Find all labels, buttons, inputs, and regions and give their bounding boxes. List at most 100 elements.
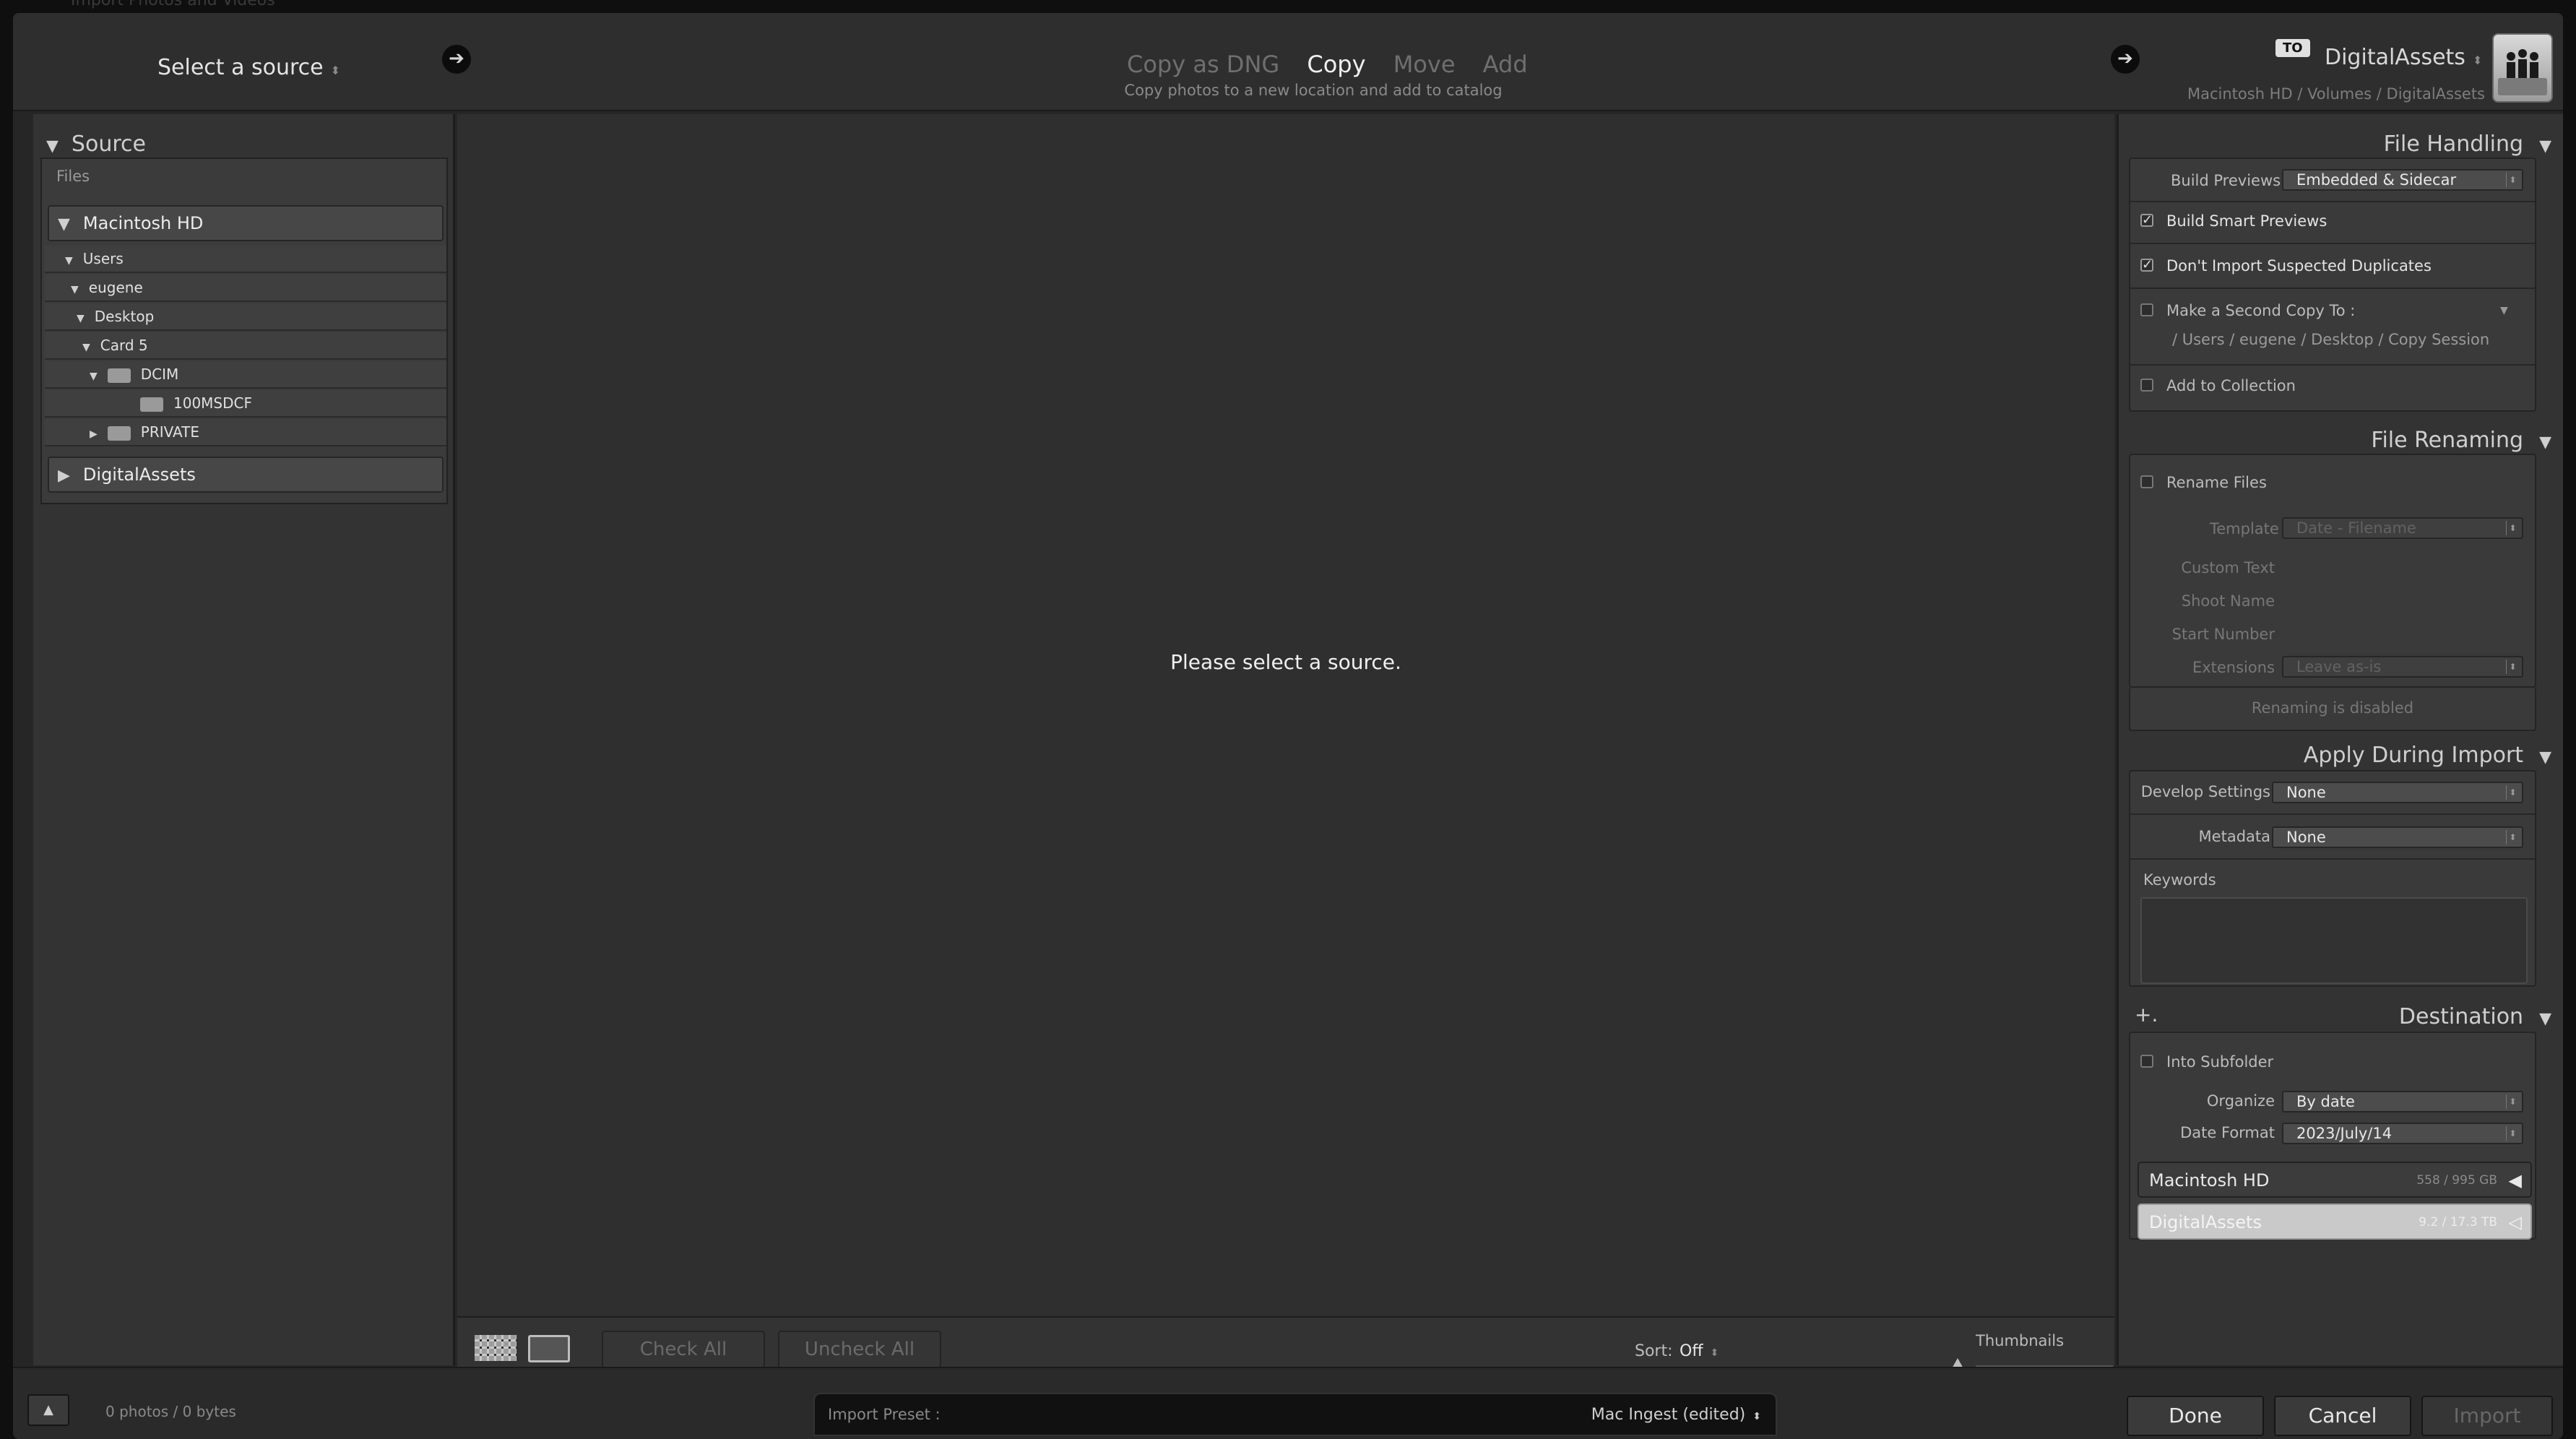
destination-drive-digitalassets[interactable]: DigitalAssets 9.2 / 17.3 TB ◁ — [2138, 1204, 2532, 1240]
mode-copy-as-dng[interactable]: Copy as DNG — [1127, 51, 1279, 78]
tree-item-card-5[interactable]: ▼ Card 5 — [45, 332, 446, 360]
tree-item-private[interactable]: ▶ PRIVATE — [45, 419, 446, 446]
expand-triangle-icon: ▶ — [58, 467, 70, 485]
expand-triangle-icon: ▼ — [90, 371, 98, 382]
chevron-down-icon[interactable]: ▼ — [2500, 305, 2508, 316]
mode-copy[interactable]: Copy — [1307, 51, 1365, 78]
destination-arrow-icon[interactable]: ➔ — [2111, 45, 2140, 74]
volume-digitalassets[interactable]: ▶ DigitalAssets — [48, 457, 444, 493]
tree-item-users[interactable]: ▼ Users — [45, 246, 446, 273]
people-drive-icon — [2498, 49, 2547, 95]
renaming-disabled-note: Renaming is disabled — [2251, 699, 2414, 717]
date-format-dropdown[interactable]: 2023/July/14 ⬍ — [2282, 1123, 2523, 1144]
keywords-label: Keywords — [2143, 871, 2216, 889]
source-arrow-icon[interactable]: ➔ — [442, 45, 471, 74]
into-subfolder-label: Into Subfolder — [2166, 1053, 2274, 1071]
sort-label: Sort: — [1635, 1342, 1673, 1360]
show-more-button[interactable]: ▲ — [27, 1394, 69, 1426]
organize-label: Organize — [2206, 1092, 2275, 1110]
select-source-dropdown[interactable]: Select a source ⬍ — [157, 55, 340, 80]
dropdown-value: Date - Filename — [2296, 519, 2416, 537]
done-button[interactable]: Done — [2127, 1396, 2264, 1436]
volume-name: Macintosh HD — [82, 213, 204, 233]
into-subfolder-checkbox[interactable] — [2140, 1055, 2153, 1068]
tree-item-desktop[interactable]: ▼ Desktop — [45, 303, 446, 331]
second-copy-path: / Users / eugene / Desktop / Copy Sessio… — [2172, 331, 2490, 348]
mode-add[interactable]: Add — [1483, 51, 1528, 78]
volume-macintosh-hd[interactable]: ▼ Macintosh HD — [48, 205, 444, 241]
import-preset-dropdown[interactable]: Mac Ingest (edited) ⬍ — [1591, 1406, 1761, 1424]
metadata-dropdown[interactable]: None ⬍ — [2272, 826, 2523, 848]
updown-icon: ⬍ — [2472, 53, 2483, 67]
mode-description: Copy photos to a new location and add to… — [1124, 82, 1503, 99]
apply-during-import-header[interactable]: Apply During Import ▼ — [2304, 743, 2551, 768]
second-copy-checkbox[interactable] — [2140, 303, 2153, 316]
expand-triangle-icon: ▼ — [71, 284, 79, 295]
organize-dropdown[interactable]: By date ⬍ — [2282, 1091, 2523, 1112]
add-to-collection-checkbox[interactable] — [2140, 379, 2153, 392]
collapse-triangle-icon: ▼ — [2539, 748, 2551, 766]
uncheck-all-button[interactable]: Uncheck All — [778, 1331, 941, 1368]
metadata-label: Metadata — [2198, 828, 2270, 845]
destination-path: Macintosh HD / Volumes / DigitalAssets — [2187, 85, 2485, 103]
to-badge: TO — [2275, 39, 2310, 57]
tree-item-100msdcf[interactable]: 100MSDCF — [45, 390, 446, 418]
rename-files-label: Rename Files — [2166, 474, 2267, 491]
tree-item-label: eugene — [88, 279, 143, 296]
template-label: Template — [2210, 520, 2279, 537]
loupe-view-icon[interactable] — [528, 1335, 570, 1362]
expand-triangle-icon: ▼ — [82, 342, 90, 353]
check-all-button[interactable]: Check All — [602, 1331, 765, 1368]
start-number-label: Start Number — [2171, 626, 2275, 643]
source-panel-header[interactable]: ▼ Source — [46, 131, 146, 157]
empty-state-message: Please select a source. — [1170, 650, 1401, 674]
destination-dropdown[interactable]: DigitalAssets ⬍ — [2325, 45, 2482, 70]
thumbnails-label: Thumbnails — [1976, 1332, 2065, 1349]
add-to-collection-label: Add to Collection — [2166, 377, 2296, 394]
grid-view-icon[interactable] — [475, 1335, 517, 1361]
extensions-dropdown[interactable]: Leave as-is ⬍ — [2282, 656, 2523, 678]
destination-drive-macintosh-hd[interactable]: Macintosh HD 558 / 995 GB ◀ — [2138, 1162, 2532, 1198]
section-title: File Handling — [2383, 131, 2524, 157]
add-folder-icon[interactable]: +. — [2135, 1003, 2158, 1027]
section-title: Apply During Import — [2303, 743, 2524, 768]
file-renaming-header[interactable]: File Renaming ▼ — [2371, 428, 2551, 453]
photo-count: 0 photos / 0 bytes — [105, 1403, 236, 1420]
build-smart-previews-checkbox[interactable]: ✓ — [2140, 214, 2153, 227]
preview-grid-area[interactable]: Please select a source. — [457, 114, 2114, 1316]
drive-capacity: 9.2 / 17.3 TB — [2419, 1215, 2497, 1230]
tree-item-dcim[interactable]: ▼ DCIM — [45, 361, 446, 389]
sort-dropdown[interactable]: Off ⬍ — [1680, 1342, 1719, 1360]
file-handling-header[interactable]: File Handling ▼ — [2384, 131, 2551, 157]
renaming-disabled-box: Renaming is disabled — [2129, 688, 2536, 731]
tree-item-eugene[interactable]: ▼ eugene — [45, 275, 446, 302]
import-footer: ▲ 0 photos / 0 bytes Import Preset : Mac… — [13, 1367, 2563, 1439]
keywords-input[interactable] — [2140, 897, 2528, 984]
cancel-button[interactable]: Cancel — [2274, 1396, 2411, 1436]
divider — [2130, 364, 2535, 366]
updown-icon: ⬍ — [2506, 1126, 2519, 1141]
build-smart-previews-label: Build Smart Previews — [2166, 212, 2328, 230]
build-previews-dropdown[interactable]: Embedded & Sidecar ⬍ — [2282, 169, 2523, 191]
collapse-triangle-icon: ▼ — [2539, 1010, 2551, 1028]
destination-header[interactable]: Destination ▼ — [2399, 1004, 2551, 1029]
mode-move[interactable]: Move — [1393, 51, 1456, 78]
dropdown-value: Leave as-is — [2296, 658, 2382, 675]
updown-icon: ⬍ — [330, 64, 341, 77]
drive-icon — [2492, 33, 2553, 103]
import-button[interactable]: Import — [2421, 1396, 2553, 1436]
develop-settings-dropdown[interactable]: None ⬍ — [2272, 782, 2523, 803]
volume-name: DigitalAssets — [82, 464, 196, 485]
triangle-left-icon: ◁ — [2508, 1212, 2522, 1232]
dont-import-duplicates-checkbox[interactable]: ✓ — [2140, 259, 2153, 272]
section-title: File Renaming — [2371, 428, 2524, 453]
import-preset-bar[interactable]: Import Preset : Mac Ingest (edited) ⬍ — [813, 1393, 1777, 1436]
expand-triangle-icon: ▶ — [90, 428, 98, 440]
tree-item-label: Users — [82, 250, 124, 267]
sort-value: Off — [1680, 1342, 1703, 1360]
template-dropdown[interactable]: Date - Filename ⬍ — [2282, 517, 2523, 539]
divider — [2130, 201, 2535, 202]
destination-section: Into Subfolder Organize By date ⬍ Date Fo… — [2129, 1032, 2536, 1240]
rename-files-checkbox[interactable] — [2140, 475, 2153, 488]
import-mode-selector: Copy as DNG Copy Move Add — [1127, 51, 1548, 78]
